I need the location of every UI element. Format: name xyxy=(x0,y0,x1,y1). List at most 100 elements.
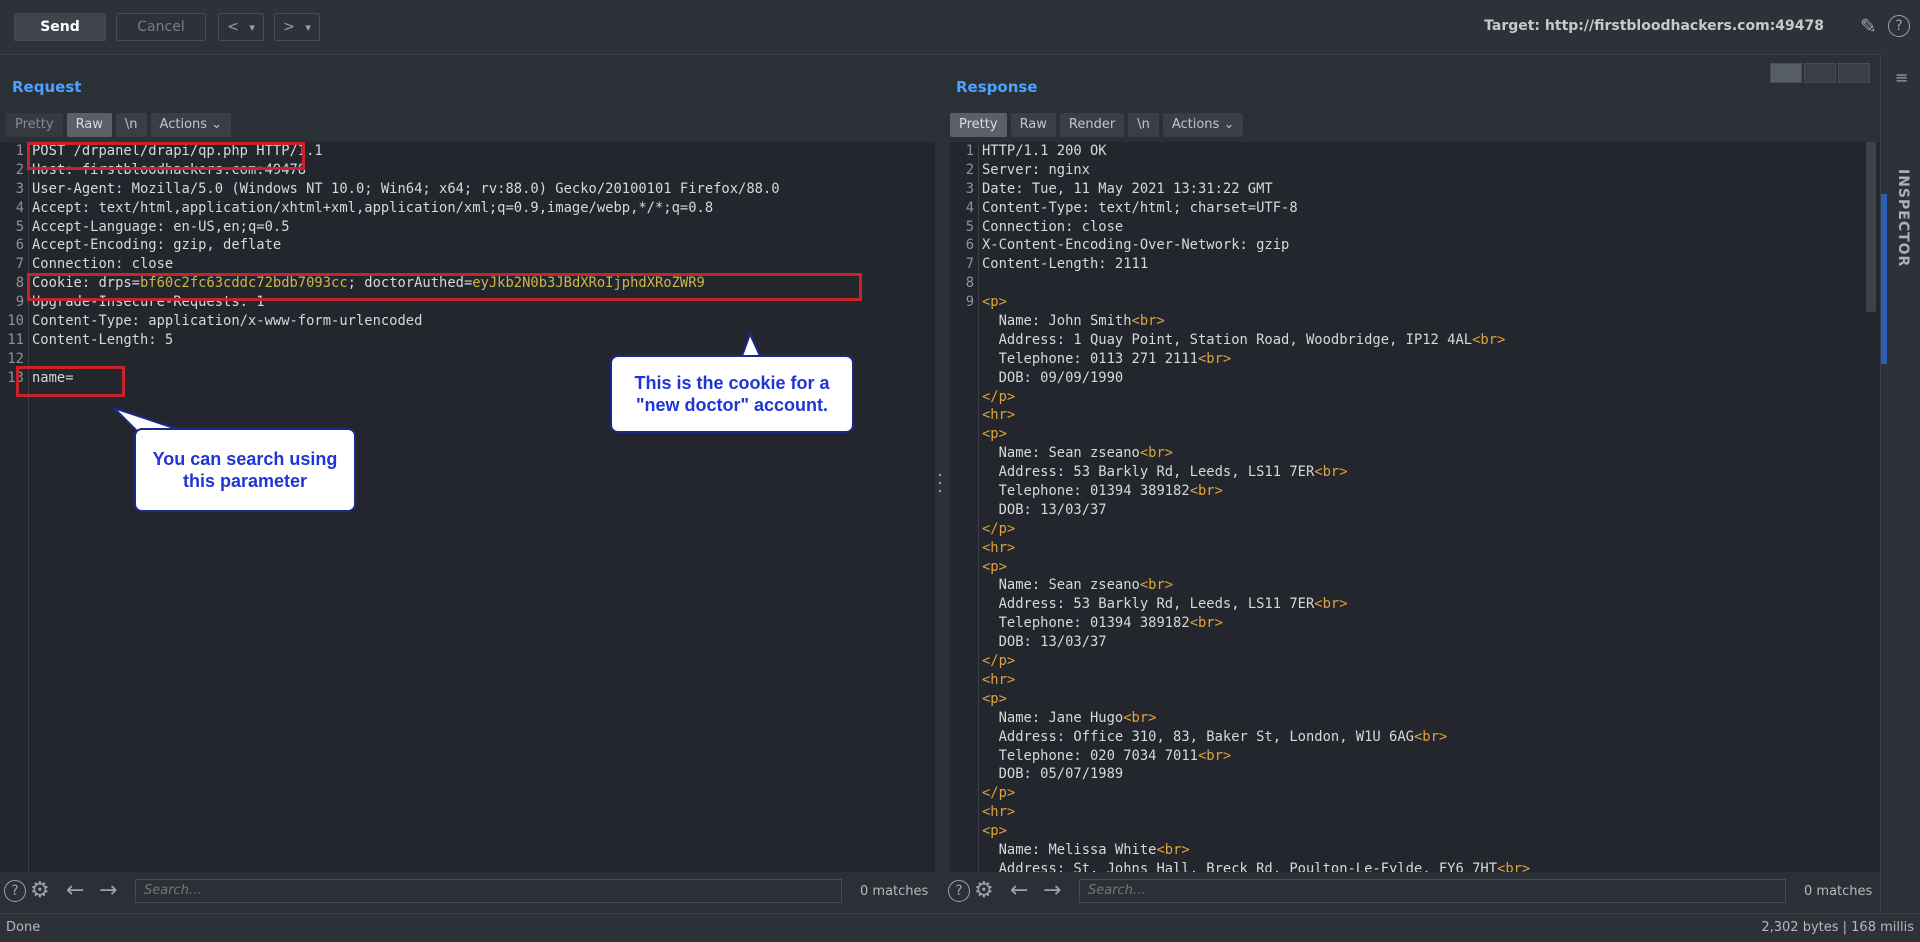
arrow-left-icon[interactable]: ← xyxy=(1010,879,1028,903)
tab-pretty[interactable]: Pretty xyxy=(950,113,1007,137)
tab-raw[interactable]: Raw xyxy=(66,113,112,137)
tab-newline[interactable]: \n xyxy=(1128,113,1159,137)
line-number xyxy=(950,444,982,463)
search-input[interactable] xyxy=(135,879,842,903)
line-number xyxy=(950,765,982,784)
tab-pretty[interactable]: Pretty xyxy=(6,113,63,137)
code-line: Address: 53 Barkly Rd, Leeds, LS11 7ER<b… xyxy=(950,595,1530,614)
code-line: Telephone: 01394 389182<br> xyxy=(950,614,1530,633)
code-line: 7 Connection: close xyxy=(0,255,780,274)
line-number: 4 xyxy=(15,199,24,216)
layout-stacked-icon[interactable] xyxy=(1804,63,1836,83)
arrow-right-icon[interactable]: → xyxy=(99,879,117,903)
send-button[interactable]: Send xyxy=(14,13,106,41)
line-content: Date: Tue, 11 May 2021 13:31:22 GMT xyxy=(982,180,1273,197)
history-back-button[interactable]: < ▾ xyxy=(218,13,264,41)
line-number: 3 xyxy=(15,180,24,197)
pane-splitter-handle[interactable]: · · · xyxy=(937,467,943,501)
code-line: <hr> xyxy=(950,671,1530,690)
line-number xyxy=(950,539,982,558)
request-view-tabs: Pretty Raw \n Actions xyxy=(6,113,232,137)
code-line: <hr> xyxy=(950,539,1530,558)
line-content: HTTP/1.1 200 OK xyxy=(982,143,1107,159)
code-line: Name: Jane Hugo<br> xyxy=(950,709,1530,728)
line-text: Telephone: 0113 271 2111<br> xyxy=(982,350,1232,369)
html-tag: <br> xyxy=(1413,728,1448,745)
line-text: Server: nginx xyxy=(982,161,1090,180)
response-editor[interactable]: 1 HTTP/1.1 200 OK 2 Server: nginx 3 Date: Tue… xyxy=(950,142,1880,872)
help-icon[interactable]: ? xyxy=(948,880,970,902)
actions-dropdown[interactable]: Actions xyxy=(150,113,232,137)
layout-side-by-side-icon[interactable] xyxy=(1770,63,1802,83)
line-text: Accept-Encoding: gzip, deflate xyxy=(32,236,281,255)
line-content: Name: Melissa White xyxy=(998,841,1157,858)
line-content: Telephone: 020 7034 7011 xyxy=(998,747,1198,764)
html-tag: <br> xyxy=(1139,577,1174,594)
line-number: 4 xyxy=(965,199,974,216)
line-number: 7 xyxy=(15,256,24,273)
settings-icon[interactable]: ⚙ xyxy=(974,879,994,903)
line-number xyxy=(950,709,982,728)
help-icon[interactable]: ? xyxy=(4,880,26,902)
line-text: Content-Length: 2111 xyxy=(982,255,1148,274)
line-text: Address: 53 Barkly Rd, Leeds, LS11 7ER<b… xyxy=(982,595,1348,614)
cancel-button[interactable]: Cancel xyxy=(116,13,206,41)
html-tag: <br> xyxy=(1314,596,1348,613)
line-number: 2 xyxy=(965,161,974,178)
cookie-callout: This is the cookie for a "new doctor" ac… xyxy=(610,355,854,433)
line-text: Name: Jane Hugo<br> xyxy=(982,709,1157,728)
help-icon[interactable]: ? xyxy=(1888,15,1910,37)
line-text: User-Agent: Mozilla/5.0 (Windows NT 10.0… xyxy=(32,180,780,199)
html-tag: <p> xyxy=(982,558,1007,575)
code-line: Address: Office 310, 83, Baker St, Londo… xyxy=(950,728,1530,747)
html-tag: <hr> xyxy=(982,539,1016,556)
line-content: Content-Length: 5 xyxy=(32,331,174,348)
line-content: Telephone: 01394 389182 xyxy=(998,615,1190,632)
request-search-bar: ? ⚙ ← → 0 matches xyxy=(0,878,935,906)
inspector-tab[interactable]: INSPECTOR xyxy=(1895,169,1911,267)
layout-single-icon[interactable] xyxy=(1838,63,1870,83)
request-title: Request xyxy=(12,78,82,96)
line-number xyxy=(950,671,982,690)
line-number xyxy=(950,482,982,501)
line-number xyxy=(950,784,982,803)
target-label: Target: http://firstbloodhackers.com:494… xyxy=(1484,18,1824,34)
line-text: Address: 1 Quay Point, Station Road, Woo… xyxy=(982,331,1506,350)
code-line: Address: St. Johns Hall, Breck Rd, Poult… xyxy=(950,860,1531,872)
line-text: X-Content-Encoding-Over-Network: gzip xyxy=(982,236,1289,255)
menu-icon[interactable]: ≡ xyxy=(1895,68,1908,87)
arrow-left-icon[interactable]: ← xyxy=(66,879,84,903)
code-line: Name: Sean zseano<br> xyxy=(950,576,1530,595)
line-text: Telephone: 01394 389182<br> xyxy=(982,482,1223,501)
code-line: 6 X-Content-Encoding-Over-Network: gzip xyxy=(950,236,1530,255)
code-line: 6 Accept-Encoding: gzip, deflate xyxy=(0,236,780,255)
line-text: DOB: 13/03/37 xyxy=(982,501,1107,520)
html-tag: <hr> xyxy=(982,671,1016,688)
actions-dropdown[interactable]: Actions xyxy=(1162,113,1244,137)
edit-icon[interactable]: ✎ xyxy=(1860,15,1877,37)
line-text: Connection: close xyxy=(32,255,173,274)
search-input[interactable] xyxy=(1079,879,1786,903)
tab-render[interactable]: Render xyxy=(1059,113,1125,137)
arrow-right-icon[interactable]: → xyxy=(1043,879,1061,903)
code-line: 1 HTTP/1.1 200 OK xyxy=(950,142,1530,161)
settings-icon[interactable]: ⚙ xyxy=(30,879,50,903)
tab-raw[interactable]: Raw xyxy=(1010,113,1056,137)
code-line: </p> xyxy=(950,520,1530,539)
line-text: Address: 53 Barkly Rd, Leeds, LS11 7ER<b… xyxy=(982,463,1348,482)
line-content: Name: John Smith xyxy=(998,313,1132,330)
code-line: </p> xyxy=(950,652,1530,671)
line-number: 6 xyxy=(15,237,24,254)
arrow-right-icon: > xyxy=(283,19,295,35)
status-text: Done xyxy=(6,920,41,935)
scrollbar-thumb[interactable] xyxy=(1866,142,1876,312)
history-forward-button[interactable]: > ▾ xyxy=(274,13,320,41)
tab-newline[interactable]: \n xyxy=(115,113,147,137)
response-view-tabs: Pretty Raw Render \n Actions xyxy=(950,113,1244,137)
